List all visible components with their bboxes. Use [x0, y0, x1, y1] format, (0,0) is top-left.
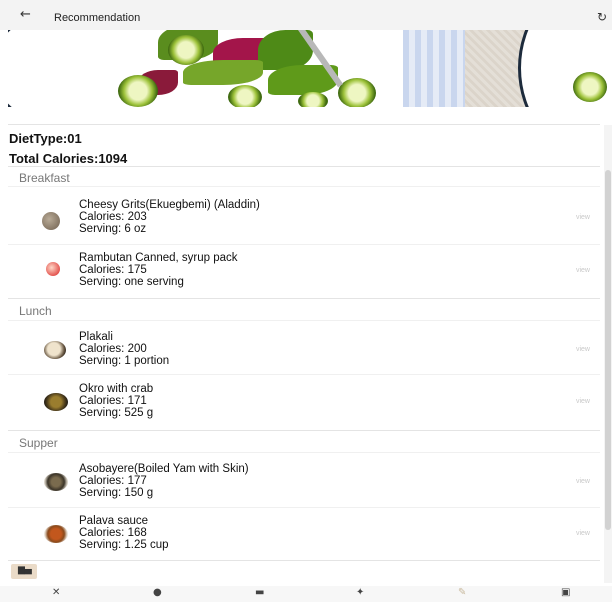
food-serving: Serving: 6 oz	[79, 223, 147, 235]
scrollbar-thumb[interactable]	[605, 170, 611, 530]
divider	[8, 452, 600, 453]
food-calories: Calories: 171	[79, 395, 147, 407]
nav-item-chat[interactable]: ▬	[241, 586, 281, 602]
nav-item-explore[interactable]: ●	[139, 586, 179, 602]
food-name: Plakali	[79, 331, 113, 343]
divider	[8, 507, 600, 508]
diet-type-label: DietType:01	[9, 131, 82, 146]
refresh-icon[interactable]: ↻	[597, 10, 607, 24]
walking-icon: ✦	[356, 587, 365, 598]
nav-item-activity[interactable]: ✦	[342, 586, 382, 602]
food-calories: Calories: 200	[79, 343, 147, 355]
meal-item-rambutan[interactable]: Rambutan Canned, syrup pack Calories: 17…	[8, 250, 600, 300]
view-link[interactable]: view	[576, 530, 590, 537]
divider	[8, 320, 600, 321]
food-name: Palava sauce	[79, 515, 149, 527]
divider	[8, 244, 600, 245]
food-thumbnail	[44, 341, 66, 359]
view-link[interactable]: view	[576, 214, 590, 221]
globe-icon: ●	[153, 587, 162, 598]
food-name: Rambutan Canned, syrup pack	[79, 252, 238, 264]
banner-image	[8, 30, 612, 107]
section-lunch: Lunch	[19, 304, 52, 318]
page-title: Recommendation	[54, 12, 141, 24]
food-calories: Calories: 168	[79, 527, 147, 539]
nav-item-profile[interactable]: ▣	[547, 586, 587, 602]
chart-button[interactable]: ▆▄	[11, 564, 37, 579]
meal-item-asobayere[interactable]: Asobayere(Boiled Yam with Skin) Calories…	[8, 461, 600, 511]
section-breakfast: Breakfast	[19, 171, 70, 185]
arrow-left-icon[interactable]: ←	[20, 8, 31, 21]
meal-item-cheesy-grits[interactable]: Cheesy Grits(Ekuegbemi) (Aladdin) Calori…	[8, 197, 600, 247]
pen-icon: ✎	[458, 587, 467, 598]
view-link[interactable]: view	[576, 478, 590, 485]
divider	[8, 374, 600, 375]
utensils-icon: ✕	[52, 587, 61, 598]
meal-item-plakali[interactable]: Plakali Calories: 200 Serving: 1 portion…	[8, 329, 600, 379]
meal-item-palava-sauce[interactable]: Palava sauce Calories: 168 Serving: 1.25…	[8, 513, 600, 563]
food-name: Cheesy Grits(Ekuegbemi) (Aladdin)	[79, 199, 260, 211]
food-name: Asobayere(Boiled Yam with Skin)	[79, 463, 249, 475]
divider	[8, 166, 600, 167]
food-calories: Calories: 177	[79, 475, 147, 487]
food-serving: Serving: 1.25 cup	[79, 539, 169, 551]
bar-chart-icon: ▆▄	[18, 565, 32, 575]
food-calories: Calories: 175	[79, 264, 147, 276]
food-thumbnail	[44, 393, 68, 411]
briefcase-icon: ▣	[561, 587, 571, 598]
section-supper: Supper	[19, 436, 58, 450]
app-bar: ← Recommendation ↻	[0, 0, 612, 30]
total-calories-label: Total Calories:1094	[9, 151, 128, 166]
view-link[interactable]: view	[576, 346, 590, 353]
food-thumbnail	[46, 262, 60, 276]
chat-icon: ▬	[255, 587, 265, 598]
divider	[8, 430, 600, 431]
food-serving: Serving: 525 g	[79, 407, 154, 419]
food-thumbnail	[44, 473, 68, 491]
food-thumbnail	[42, 212, 60, 230]
divider	[8, 124, 600, 125]
bottom-nav: ✕ ● ▬ ✦ ✎ ▣	[0, 586, 612, 602]
food-serving: Serving: 150 g	[79, 487, 154, 499]
divider	[8, 298, 600, 299]
nav-item-food[interactable]: ✕	[38, 586, 78, 602]
meal-item-okro-with-crab[interactable]: Okro with crab Calories: 171 Serving: 52…	[8, 381, 600, 431]
food-name: Okro with crab	[79, 383, 154, 395]
divider	[8, 560, 600, 561]
nav-item-notes[interactable]: ✎	[444, 586, 484, 602]
view-link[interactable]: view	[576, 398, 590, 405]
food-calories: Calories: 203	[79, 211, 147, 223]
view-link[interactable]: view	[576, 267, 590, 274]
food-serving: Serving: 1 portion	[79, 355, 170, 367]
food-serving: Serving: one serving	[79, 276, 184, 288]
food-thumbnail	[44, 525, 68, 543]
divider	[8, 186, 600, 187]
